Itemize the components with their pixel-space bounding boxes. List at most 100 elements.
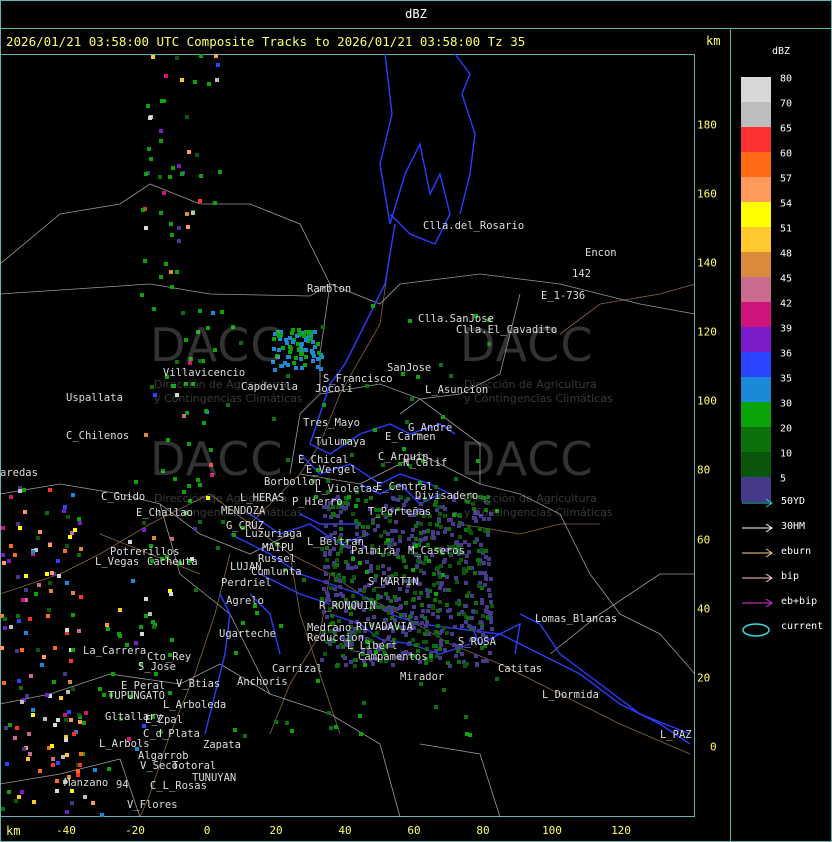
legend-swatch	[741, 152, 771, 177]
radar-cell	[52, 680, 56, 684]
radar-cell	[304, 355, 308, 359]
place-label: V_Btias	[176, 678, 221, 690]
radar-cell	[460, 610, 464, 614]
radar-cell	[434, 592, 438, 596]
radar-cell	[408, 319, 412, 323]
radar-cell	[77, 517, 81, 521]
radar-cell	[16, 522, 20, 526]
radar-cell	[422, 561, 426, 565]
radar-cell	[445, 640, 449, 644]
radar-cell	[159, 129, 163, 133]
radar-cell	[425, 620, 429, 624]
radar-cell	[489, 620, 493, 624]
radar-cell	[346, 566, 350, 570]
radar-cell	[405, 589, 409, 593]
radar-cell	[439, 525, 443, 529]
radar-cell	[322, 403, 326, 407]
place-label: L_Arboleda	[163, 699, 227, 711]
radar-cell	[31, 713, 35, 717]
radar-cell	[474, 601, 478, 605]
legend-level-label: 42	[780, 298, 793, 310]
radar-cell	[482, 561, 486, 565]
place-label: R_RONQUIN	[319, 600, 376, 612]
place-label: SanJose	[387, 362, 432, 374]
radar-cell	[414, 643, 418, 647]
unit-label-top: km	[706, 34, 721, 48]
radar-cell	[386, 596, 390, 600]
radar-cell	[398, 535, 402, 539]
radar-cell	[437, 517, 441, 521]
radar-cell	[24, 574, 28, 578]
radar-cell	[426, 609, 430, 613]
radar-cell	[297, 328, 301, 332]
y-tick-label: 0	[710, 740, 717, 754]
track-legend-label: 30HM	[781, 521, 806, 532]
radar-cell	[16, 614, 20, 618]
radar-cell	[352, 575, 356, 579]
radar-cell	[47, 608, 51, 612]
radar-cell	[417, 629, 421, 633]
radar-cell	[344, 663, 348, 667]
radar-cell	[465, 554, 469, 558]
radar-cell	[376, 565, 380, 569]
radar-cell	[241, 621, 245, 625]
radar-cell	[349, 612, 353, 616]
radar-cell	[38, 769, 42, 773]
watermark-dacc-3: DACC	[150, 432, 284, 486]
legend-swatch	[741, 402, 771, 427]
radar-cell	[361, 525, 365, 529]
radar-cell	[296, 342, 300, 346]
place-label: Catitas	[498, 663, 543, 675]
radar-cell	[415, 621, 419, 625]
radar-cell	[316, 342, 320, 346]
radar-cell	[17, 795, 21, 799]
radar-cell	[56, 559, 60, 563]
place-label: E_Zpal	[145, 714, 183, 726]
radar-cell	[457, 561, 461, 565]
radar-cell	[331, 512, 335, 516]
radar-cell	[193, 527, 197, 531]
radar-cell	[387, 605, 391, 609]
radar-cell	[336, 552, 340, 556]
radar-cell	[481, 614, 485, 618]
radar-cell	[317, 351, 321, 355]
place-label: Zapata	[203, 739, 241, 751]
arrow-icon	[742, 573, 773, 583]
radar-cell	[151, 620, 155, 624]
radar-cell	[458, 514, 462, 518]
y-tick-label: 20	[697, 671, 711, 685]
radar-cell	[443, 514, 447, 518]
radar-cell	[141, 208, 145, 212]
radar-cell	[51, 763, 55, 767]
radar-cell	[170, 285, 174, 289]
track-legend-label: eburn	[781, 546, 812, 557]
place-label: Cacheuta	[147, 556, 198, 568]
radar-cell	[344, 506, 348, 510]
radar-cell	[70, 789, 74, 793]
radar-cell	[214, 54, 218, 58]
radar-cell	[303, 363, 307, 367]
arrow-icon	[742, 548, 773, 558]
x-tick-label: 20	[269, 824, 283, 837]
radar-cell	[422, 640, 426, 644]
radar-cell	[463, 540, 467, 544]
radar-cell	[479, 543, 483, 547]
radar-cell	[425, 629, 429, 633]
radar-cell	[339, 520, 343, 524]
radar-cell	[322, 587, 326, 591]
radar-cell	[32, 800, 36, 804]
radar-cell	[182, 414, 186, 418]
y-tick-label: 120	[697, 325, 717, 339]
radar-cell	[279, 624, 283, 628]
radar-cell	[419, 591, 423, 595]
radar-cell	[456, 649, 460, 653]
radar-cell	[466, 616, 470, 620]
radar-cell	[480, 601, 484, 605]
radar-cell	[185, 115, 189, 119]
radar-cell	[398, 539, 402, 543]
radar-cell	[351, 594, 355, 598]
radar-cell	[37, 583, 41, 587]
radar-cell	[436, 615, 440, 619]
radar-cell	[490, 604, 494, 608]
radar-cell	[438, 512, 442, 516]
